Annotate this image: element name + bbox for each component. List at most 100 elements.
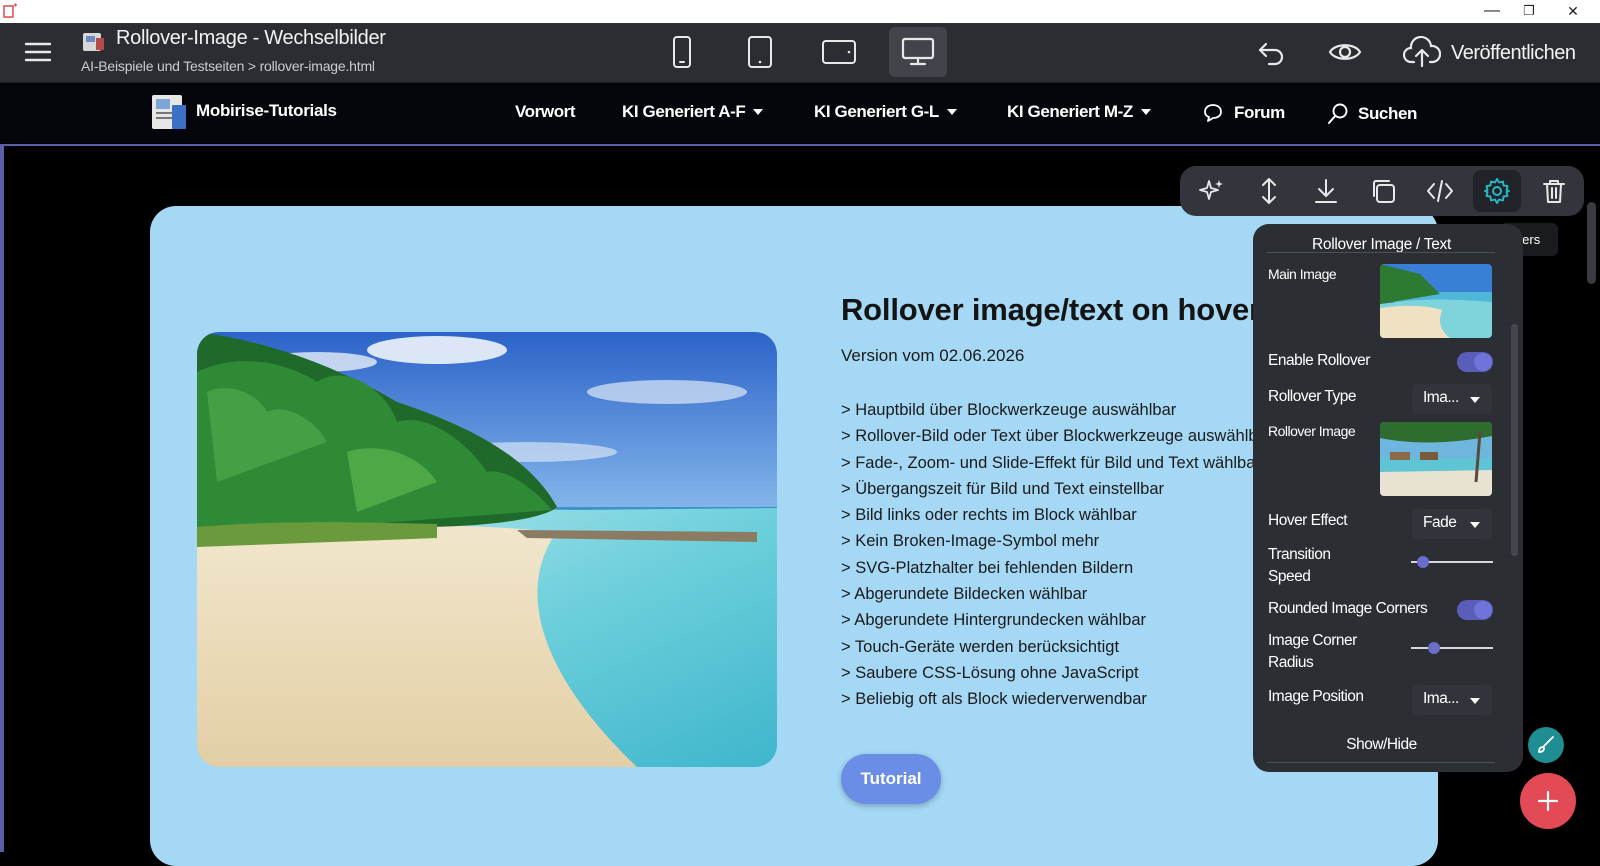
nav-label: Suchen [1358, 104, 1418, 123]
page-title: Rollover-Image - Wechselbilder [116, 27, 386, 49]
nav-item-vorwort[interactable]: Vorwort [515, 102, 576, 122]
plus-icon [1537, 790, 1559, 812]
code-button[interactable] [1416, 170, 1464, 212]
hamburger-menu-icon[interactable] [24, 40, 52, 64]
delete-button[interactable] [1530, 170, 1578, 212]
main-image [197, 332, 777, 767]
edit-brush-button[interactable] [1528, 727, 1564, 763]
feature-list: > Hauptbild über Blockwerkzeuge auswählb… [841, 397, 1272, 713]
list-item: > Kein Broken-Image-Symbol mehr [841, 532, 1100, 551]
ai-sparkle-icon [1199, 180, 1223, 200]
publish-cloud-icon[interactable] [1403, 36, 1441, 68]
rounded-corners-label: Rounded Image Corners [1268, 600, 1428, 617]
enable-rollover-label: Enable Rollover [1268, 352, 1370, 369]
list-item: > Übergangszeit für Bild und Text einste… [841, 479, 1165, 498]
rollover-image-thumbnail[interactable] [1380, 422, 1492, 496]
nav-item-ki-g-l[interactable]: KI Generiert G-L [814, 102, 957, 122]
gear-icon [1484, 178, 1510, 204]
list-item: > Abgerundete Hintergrundecken wählbar [841, 611, 1147, 630]
chevron-down-icon [946, 109, 957, 115]
duplicate-button[interactable] [1359, 170, 1407, 212]
editor-topbar: Rollover-Image - Wechselbilder AI-Beispi… [0, 23, 1600, 83]
parameters-panel: Rollover Image / Text Main Image Enable … [1253, 224, 1523, 772]
device-tablet-landscape-button[interactable] [810, 27, 868, 77]
duplicate-icon [1373, 180, 1395, 203]
label-line: Speed [1268, 568, 1311, 585]
chat-icon [1204, 104, 1222, 122]
divider [1267, 252, 1495, 253]
label-line: Image Corner [1268, 632, 1357, 649]
publish-button[interactable]: Veröffentlichen [1451, 42, 1576, 65]
close-button[interactable]: ✕ [1558, 1, 1588, 21]
corner-radius-slider[interactable] [1411, 642, 1493, 654]
parameters-button[interactable] [1473, 170, 1521, 212]
chevron-down-icon [1470, 522, 1480, 528]
block-heading: Rollover image/text on hover [841, 292, 1261, 327]
brand-name[interactable]: Mobirise-Tutorials [196, 101, 337, 121]
label-line: Radius [1268, 654, 1314, 671]
list-item: > Rollover-Bild oder Text über Blockwerk… [841, 427, 1273, 446]
move-icon [1262, 178, 1276, 204]
list-item: > Touch-Geräte werden berücksichtigt [841, 637, 1120, 656]
nav-item-forum[interactable]: Forum [1202, 102, 1285, 124]
rollover-type-label: Rollover Type [1268, 388, 1356, 405]
list-item: > SVG-Platzhalter bei fehlenden Bildern [841, 558, 1134, 577]
tablet-landscape-icon [822, 40, 856, 64]
search-icon [1328, 103, 1348, 124]
brush-icon [1538, 736, 1554, 753]
panel-scrollbar[interactable] [1511, 324, 1518, 556]
tablet-icon [748, 36, 772, 68]
nav-item-ki-a-f[interactable]: KI Generiert A-F [622, 102, 764, 122]
show-hide-section[interactable]: Show/Hide [1253, 736, 1510, 754]
divider [1267, 762, 1495, 763]
chevron-down-icon [1470, 397, 1480, 403]
breadcrumb: AI-Beispiele und Testseiten > rollover-i… [81, 58, 375, 74]
hover-effect-select[interactable]: Fade [1412, 509, 1492, 539]
transition-speed-label: Transition Speed [1268, 544, 1331, 588]
brand-logo[interactable] [148, 93, 190, 133]
chevron-down-icon [753, 109, 764, 115]
device-tablet-button[interactable] [731, 27, 789, 77]
list-item: > Abgerundete Bildecken wählbar [841, 585, 1088, 604]
list-item: > Saubere CSS-Lösung ohne JavaScript [841, 663, 1139, 682]
trash-icon [1543, 180, 1565, 203]
maximize-button[interactable]: ❐ [1514, 1, 1544, 21]
device-phone-button[interactable] [653, 27, 711, 77]
download-button[interactable] [1302, 170, 1350, 212]
select-value: Ima... [1423, 389, 1459, 406]
list-item: > Fade-, Zoom- und Slide-Effekt für Bild… [841, 453, 1261, 472]
page-scrollbar[interactable] [1587, 202, 1596, 284]
desktop-icon [901, 37, 935, 66]
ai-sparkle-button[interactable] [1188, 170, 1236, 212]
download-icon [1315, 179, 1337, 203]
minimize-button[interactable]: — [1477, 1, 1507, 21]
image-position-select[interactable]: Ima... [1412, 685, 1492, 715]
add-block-button[interactable] [1520, 773, 1576, 829]
nav-label: KI Generiert M-Z [1007, 102, 1133, 121]
select-value: Fade [1423, 514, 1457, 531]
tutorial-button[interactable]: Tutorial [841, 754, 941, 804]
nav-label: Forum [1234, 103, 1285, 122]
page-file-icon [82, 31, 106, 53]
app-icon [3, 3, 19, 19]
image-position-label: Image Position [1268, 688, 1364, 705]
nav-label: KI Generiert G-L [814, 102, 939, 121]
transition-speed-slider[interactable] [1411, 556, 1493, 568]
device-desktop-button[interactable] [889, 27, 947, 77]
undo-icon[interactable] [1256, 38, 1286, 66]
nav-label: Vorwort [515, 102, 576, 121]
enable-rollover-toggle[interactable] [1457, 352, 1493, 372]
label-line: Transition [1268, 546, 1331, 563]
nav-item-suchen[interactable]: Suchen [1326, 102, 1417, 126]
block-toolbar [1180, 166, 1584, 216]
window-titlebar: — ❐ ✕ [0, 0, 1600, 23]
rollover-type-select[interactable]: Ima... [1412, 384, 1492, 414]
move-button[interactable] [1245, 170, 1293, 212]
nav-item-ki-m-z[interactable]: KI Generiert M-Z [1007, 102, 1151, 122]
rounded-corners-toggle[interactable] [1457, 600, 1493, 620]
list-item: > Beliebig oft als Block wiederverwendba… [841, 690, 1147, 709]
version-text: Version vom 02.06.2026 [841, 346, 1025, 365]
main-image-label: Main Image [1268, 266, 1337, 282]
preview-eye-icon[interactable] [1328, 39, 1362, 65]
main-image-thumbnail[interactable] [1380, 264, 1492, 338]
